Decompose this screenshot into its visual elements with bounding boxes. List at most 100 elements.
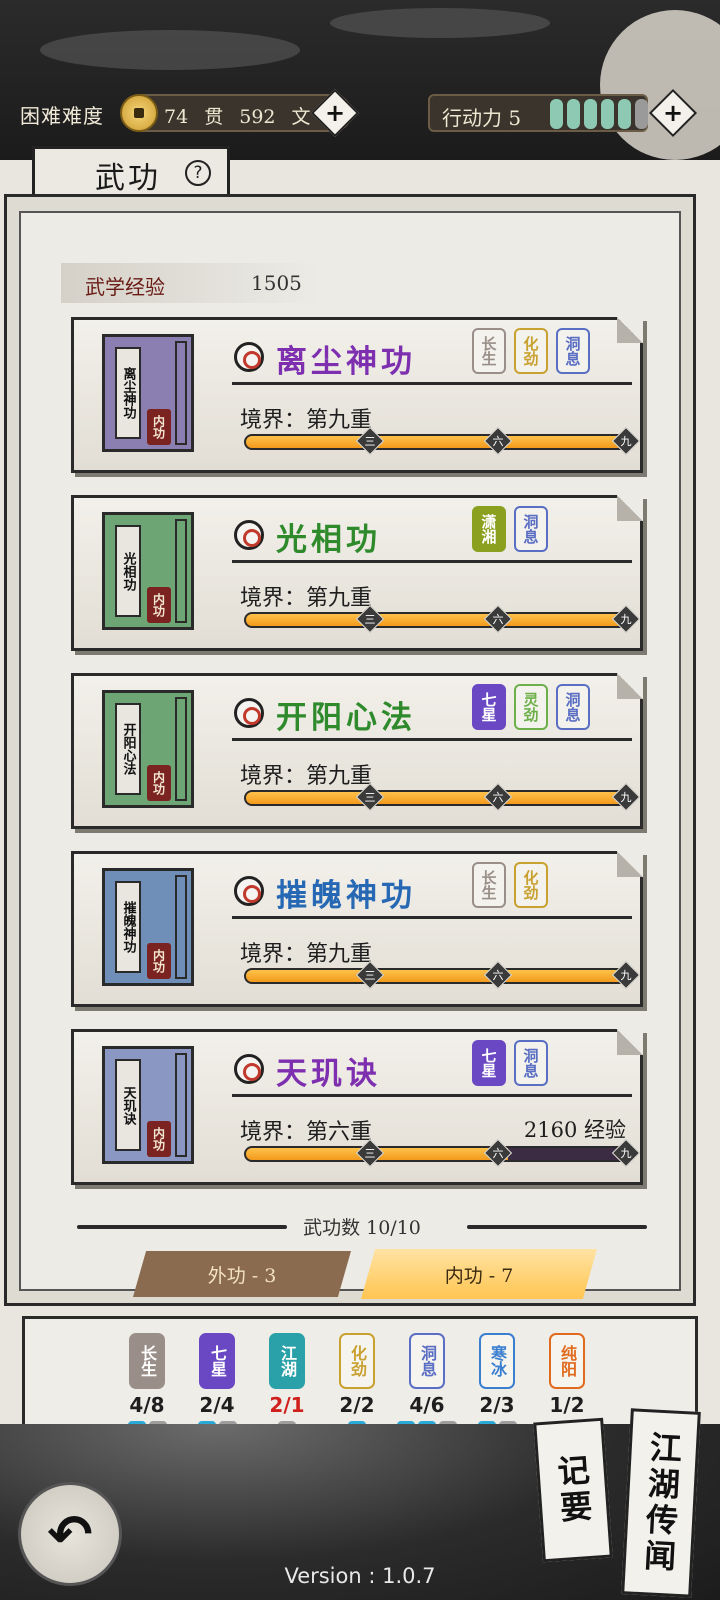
- tab-title: 武功: [95, 161, 161, 196]
- attribute-badge: 纯阳: [549, 1333, 585, 1389]
- realm-progress-bar: [244, 434, 634, 450]
- tab-martial-arts[interactable]: 武功 ?: [32, 146, 230, 196]
- realm-progress-fill: [246, 970, 632, 982]
- skill-card[interactable]: 摧魄神功 内功 摧魄神功 长生 化劲 境界：第九重 三 六 九: [71, 851, 643, 1007]
- skill-tags: 长生 化劲: [472, 862, 548, 908]
- tab-inner-skills[interactable]: 内功 - 7: [361, 1249, 597, 1299]
- add-action-points-button[interactable]: +: [648, 88, 698, 138]
- book-seal: 内功: [147, 409, 171, 445]
- skill-realm: 境界：第九重: [240, 764, 373, 789]
- realm-progress-bar: [244, 790, 634, 806]
- skill-card[interactable]: 光相功 内功 光相功 潇湘 洞息 境界：第九重 三 六 九: [71, 495, 643, 651]
- attribute-value: 2/2: [339, 1393, 375, 1417]
- realm-marker: 三: [355, 782, 385, 812]
- skill-tag: 化劲: [514, 328, 548, 374]
- book-spine: [175, 341, 187, 445]
- skill-tag: 长生: [472, 862, 506, 908]
- panel-inner: 武学经验 1505 离尘神功 内功 离尘神功 长生 化劲 洞息 境界：第九重 三六九: [19, 211, 681, 1299]
- skill-card[interactable]: 离尘神功 内功 离尘神功 长生 化劲 洞息 境界：第九重 三 六 九: [71, 317, 643, 473]
- realm-marker: 三: [355, 960, 385, 990]
- realm-marker: 三: [355, 1138, 385, 1168]
- version-label: Version : 1.0.7: [284, 1564, 436, 1588]
- action-point-bar: [635, 99, 648, 129]
- attribute-badge: 江湖: [269, 1333, 305, 1389]
- skill-tag: 长生: [472, 328, 506, 374]
- skill-count: 武功数 10/10: [303, 1217, 421, 1239]
- skill-book-icon: 天玑诀 内功: [102, 1046, 194, 1164]
- divider: [232, 382, 632, 385]
- skill-type-icon: [234, 876, 264, 906]
- book-spine: [175, 1053, 187, 1157]
- book-title: 光相功: [115, 525, 141, 617]
- book-seal: 内功: [147, 1121, 171, 1157]
- attribute-badge: 洞息: [409, 1333, 445, 1389]
- skill-type-icon: [234, 1054, 264, 1084]
- page-fold: [617, 1029, 643, 1055]
- martial-arts-panel: 武学经验 1505 离尘神功 内功 离尘神功 长生 化劲 洞息 境界：第九重 三六九: [4, 194, 696, 1306]
- realm-progress-bar: [244, 1146, 634, 1162]
- attribute-value: 4/6: [409, 1393, 445, 1417]
- cloud-decoration: [40, 30, 300, 70]
- skill-tag: 洞息: [556, 684, 590, 730]
- realm-marker: 九: [611, 1138, 641, 1168]
- action-points-label: 行动力 5: [442, 106, 522, 130]
- page-fold: [617, 495, 643, 521]
- skill-tag: 洞息: [514, 506, 548, 552]
- skill-tags: 七星 灵劲 洞息: [472, 684, 590, 730]
- realm-marker: 六: [483, 1138, 513, 1168]
- skill-tag: 灵劲: [514, 684, 548, 730]
- skill-realm: 境界：第九重: [240, 408, 373, 433]
- realm-progress-fill: [246, 792, 632, 804]
- realm-marker: 三: [355, 426, 385, 456]
- help-icon[interactable]: ?: [185, 160, 211, 186]
- attribute-badge: 寒冰: [479, 1333, 515, 1389]
- attribute-value: 2/4: [199, 1393, 235, 1417]
- status-bar: 困难难度 74 贯 592 文 + 行动力 5 +: [0, 88, 720, 140]
- skill-tags: 七星 洞息: [472, 1040, 548, 1086]
- book-spine: [175, 697, 187, 801]
- realm-progress-fill: [246, 614, 632, 626]
- action-point-bar: [601, 99, 614, 129]
- skill-name: 开阳心法: [276, 700, 416, 736]
- skill-name: 摧魄神功: [276, 878, 416, 914]
- realm-progress-fill: [246, 436, 632, 448]
- attribute-value: 2/3: [479, 1393, 515, 1417]
- realm-marker: 九: [611, 782, 641, 812]
- page-fold: [617, 851, 643, 877]
- realm-marker: 六: [483, 782, 513, 812]
- realm-marker: 六: [483, 426, 513, 456]
- skill-name: 光相功: [276, 522, 381, 558]
- book-spine: [175, 519, 187, 623]
- divider: [232, 916, 632, 919]
- skill-type-icon: [234, 520, 264, 550]
- action-points-pill: 行动力 5: [428, 94, 648, 132]
- book-seal: 内功: [147, 765, 171, 801]
- action-point-bar: [584, 99, 597, 129]
- skill-tag: 七星: [472, 1040, 506, 1086]
- cloud-decoration: [330, 8, 550, 38]
- notes-button[interactable]: 记要: [533, 1417, 613, 1563]
- book-seal: 内功: [147, 587, 171, 623]
- book-title: 摧魄神功: [115, 881, 141, 973]
- action-point-bar: [567, 99, 580, 129]
- skill-book-icon: 摧魄神功 内功: [102, 868, 194, 986]
- attribute-badge: 七星: [199, 1333, 235, 1389]
- divider: [232, 560, 632, 563]
- book-spine: [175, 875, 187, 979]
- skill-type-icon: [234, 698, 264, 728]
- skill-name: 天玑诀: [276, 1056, 381, 1092]
- divider: [232, 1094, 632, 1097]
- skill-book-icon: 离尘神功 内功: [102, 334, 194, 452]
- skill-card[interactable]: 开阳心法 内功 开阳心法 七星 灵劲 洞息 境界：第九重 三 六 九: [71, 673, 643, 829]
- skill-list: 离尘神功 内功 离尘神功 长生 化劲 洞息 境界：第九重 三六九 光相功 内功 光相…: [71, 317, 643, 1207]
- skill-type-icon: [234, 342, 264, 372]
- tab-outer-skills[interactable]: 外功 - 3: [133, 1251, 351, 1297]
- book-seal: 内功: [147, 943, 171, 979]
- book-title: 天玑诀: [115, 1059, 141, 1151]
- action-point-bar: [618, 99, 631, 129]
- realm-progress-bar: [244, 968, 634, 984]
- martial-exp-row: 武学经验 1505: [61, 263, 321, 303]
- skill-card[interactable]: 天玑诀 内功 天玑诀 七星 洞息 境界：第六重 2160 经验 三 六 九: [71, 1029, 643, 1185]
- realm-progress-bar: [244, 612, 634, 628]
- coin-icon: [120, 94, 158, 132]
